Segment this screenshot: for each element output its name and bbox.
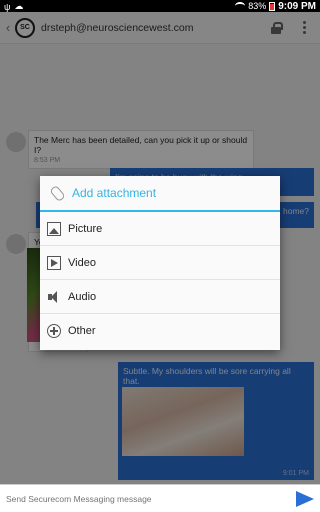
add-attachment-dialog: Add attachment Picture Video Audio Other: [40, 176, 280, 350]
option-label: Audio: [68, 290, 97, 303]
message-input[interactable]: [6, 488, 296, 509]
attachment-option-other[interactable]: Other: [40, 314, 280, 348]
wifi-icon: [235, 2, 246, 10]
dialog-title: Add attachment: [72, 186, 157, 200]
add-circle-icon: [47, 324, 61, 338]
usb-icon: ψ: [4, 1, 11, 12]
option-label: Other: [68, 325, 96, 337]
cloud-upload-icon: ☁: [14, 1, 24, 11]
battery-icon: [269, 1, 276, 11]
attachment-option-picture[interactable]: Picture: [40, 212, 280, 246]
audio-icon: [47, 290, 61, 304]
option-label: Video: [68, 256, 96, 269]
send-icon[interactable]: [296, 490, 314, 507]
picture-icon: [47, 221, 61, 236]
attachment-option-video[interactable]: Video: [40, 246, 280, 280]
battery-percent: 83%: [248, 1, 267, 11]
dialog-header: Add attachment: [40, 176, 280, 212]
video-icon: [47, 255, 61, 270]
status-bar: ψ ☁ 83% 9:09 PM: [0, 0, 320, 12]
paperclip-icon: [50, 186, 64, 200]
option-label: Picture: [68, 222, 103, 235]
attachment-option-audio[interactable]: Audio: [40, 280, 280, 314]
compose-bar: [0, 484, 320, 512]
clock: 9:09 PM: [278, 0, 316, 12]
